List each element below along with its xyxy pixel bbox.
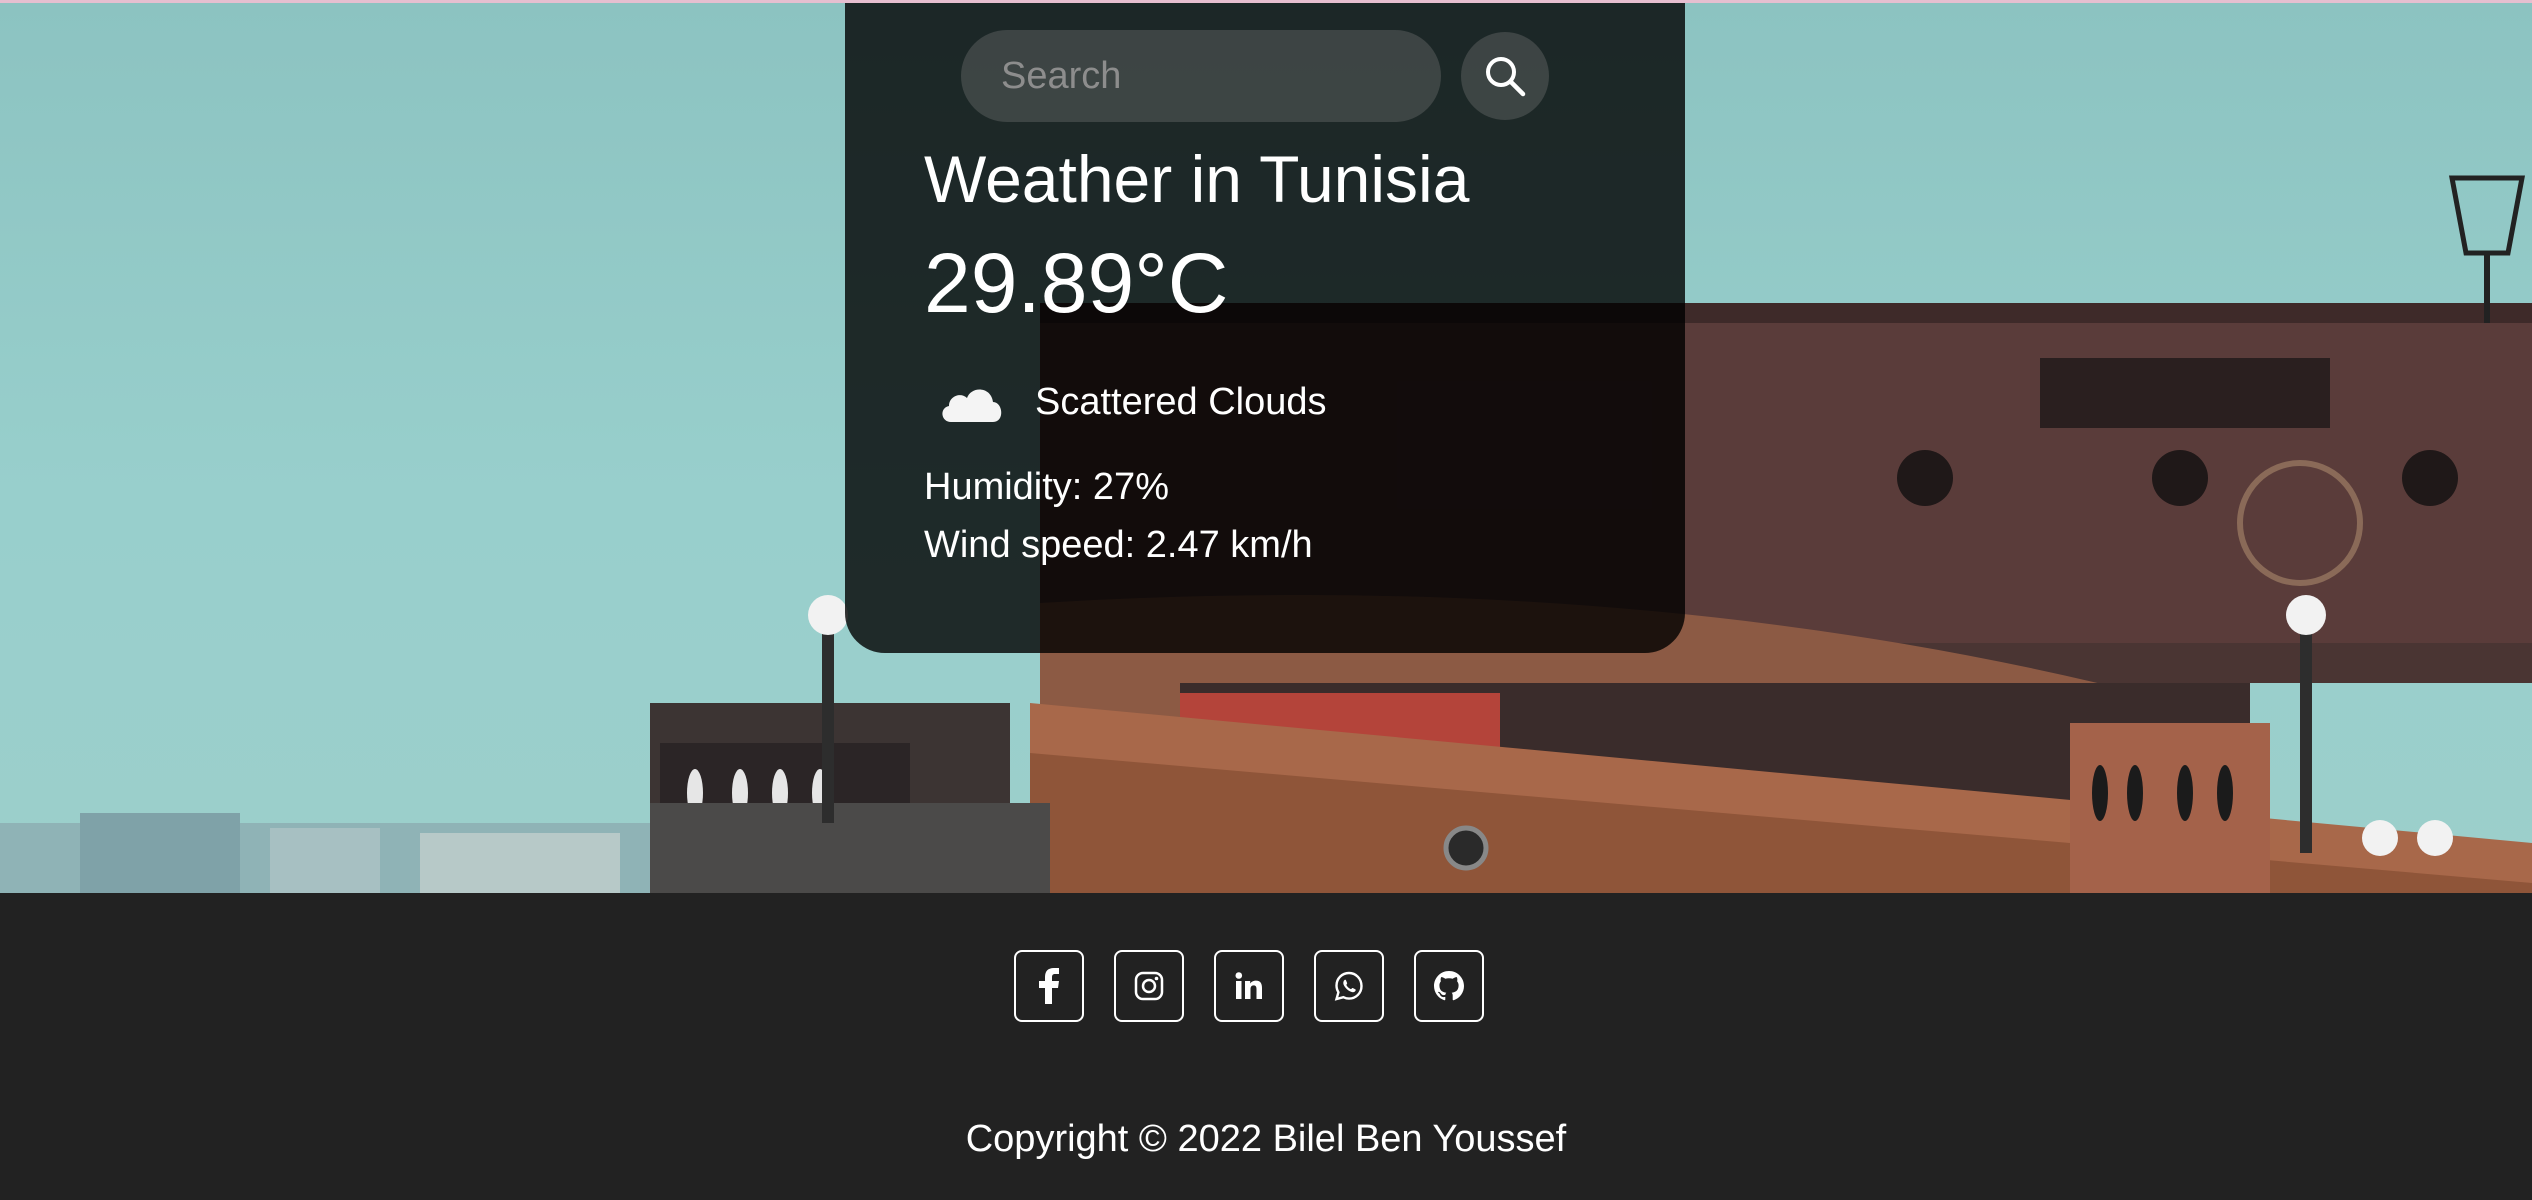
search-input[interactable]	[961, 30, 1441, 122]
weather-description: Scattered Clouds	[1035, 380, 1327, 423]
whatsapp-link[interactable]	[1314, 950, 1384, 1022]
weather-description-row: Scattered Clouds	[937, 378, 1327, 426]
city-title: Weather in Tunisia	[924, 142, 1470, 216]
search-button[interactable]	[1461, 32, 1549, 120]
github-icon	[1434, 971, 1464, 1001]
top-border	[0, 0, 2532, 3]
facebook-icon	[1039, 968, 1059, 1004]
humidity: Humidity: 27%	[924, 466, 1169, 508]
search-bar	[961, 30, 1549, 122]
linkedin-icon	[1235, 972, 1262, 999]
weather-card: Weather in Tunisia 29.89°C Scattered Clo…	[845, 3, 1685, 653]
instagram-link[interactable]	[1114, 950, 1184, 1022]
instagram-icon	[1134, 971, 1164, 1001]
temperature: 29.89°C	[924, 236, 1229, 330]
cloud-icon	[942, 389, 1002, 422]
facebook-link[interactable]	[1014, 950, 1084, 1022]
social-links	[1014, 950, 1484, 1022]
footer: Copyright © 2022 Bilel Ben Youssef	[0, 893, 2532, 1200]
linkedin-link[interactable]	[1214, 950, 1284, 1022]
search-icon	[1486, 57, 1526, 97]
page: Weather in Tunisia 29.89°C Scattered Clo…	[0, 0, 2532, 1200]
wind-speed: Wind speed: 2.47 km/h	[924, 524, 1313, 566]
whatsapp-icon	[1334, 971, 1363, 1001]
copyright-text: Copyright © 2022 Bilel Ben Youssef	[965, 1118, 1567, 1160]
github-link[interactable]	[1414, 950, 1484, 1022]
